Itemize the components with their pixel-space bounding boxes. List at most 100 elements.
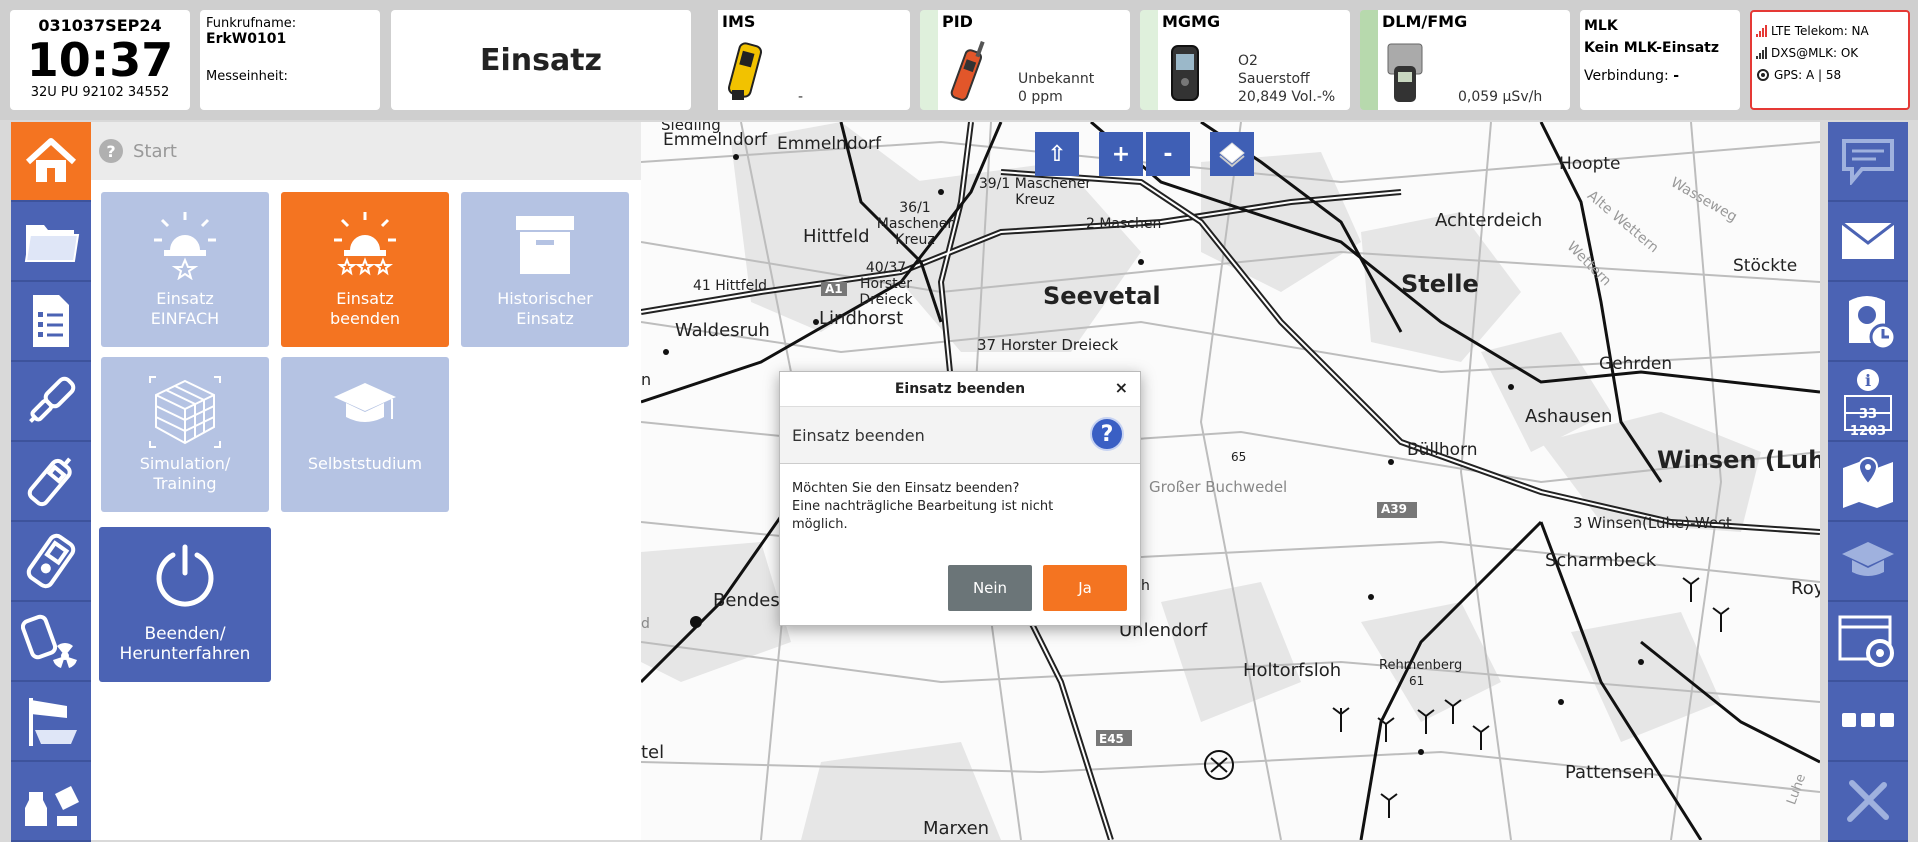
map-label: Büllhorn bbox=[1407, 440, 1478, 460]
gps-icon bbox=[1757, 69, 1769, 81]
connectivity-card[interactable]: LTE Telekom: NA DXS@MLK: OK GPS: A | 58 bbox=[1750, 10, 1910, 110]
close-icon[interactable]: × bbox=[1115, 378, 1128, 397]
device-card-pid[interactable]: PID Unbekannt 0 ppm bbox=[920, 10, 1130, 110]
tile-label: Einsatz EINFACH bbox=[150, 289, 220, 328]
mail-button[interactable] bbox=[1828, 202, 1908, 282]
radiation-meter-icon bbox=[21, 614, 77, 668]
yes-button[interactable]: Ja bbox=[1043, 565, 1127, 611]
map-label: Großer Buchwedel bbox=[1149, 478, 1288, 496]
map-label: 37 Horster Dreieck bbox=[977, 336, 1119, 354]
device-name: MGMG bbox=[1162, 12, 1221, 31]
map-locator-button[interactable] bbox=[1828, 442, 1908, 522]
settings-button[interactable] bbox=[1828, 602, 1908, 682]
map-label: Scharmbeck bbox=[1545, 550, 1657, 571]
tile-historischer-einsatz[interactable]: Historischer Einsatz bbox=[461, 192, 629, 347]
map-label: 3 Winsen(Luhe)-West bbox=[1573, 514, 1732, 532]
meter-icon bbox=[26, 533, 76, 589]
power-icon bbox=[156, 544, 214, 607]
measuring-unit-label: Messeinheit: bbox=[206, 69, 288, 84]
map-label: n bbox=[641, 370, 652, 389]
map-label: d bbox=[641, 616, 650, 632]
tools-button[interactable] bbox=[1828, 762, 1908, 842]
lte-status: LTE Telekom: NA bbox=[1771, 24, 1869, 38]
help-icon[interactable]: ? bbox=[1090, 417, 1124, 451]
map-label: Ashausen bbox=[1525, 406, 1613, 427]
meter-button[interactable] bbox=[11, 522, 91, 602]
tile-label: Beenden/ Herunterfahren bbox=[119, 624, 251, 664]
siren-stars-icon bbox=[334, 212, 396, 276]
info-button[interactable]: i 33 1203 bbox=[1828, 362, 1908, 442]
lte-row: LTE Telekom: NA bbox=[1756, 20, 1904, 42]
map-label: 40/37 Horster Dreieck bbox=[859, 260, 913, 308]
pid-button[interactable] bbox=[11, 442, 91, 522]
mlk-card[interactable]: MLK Kein MLK-Einsatz Verbindung: - bbox=[1580, 10, 1740, 110]
map-label: Winsen (Luhe) bbox=[1657, 446, 1820, 474]
map-zoom-in-button[interactable]: + bbox=[1099, 132, 1143, 176]
map-label: Stöckte bbox=[1733, 256, 1798, 276]
tile-shutdown[interactable]: Beenden/ Herunterfahren bbox=[99, 527, 271, 682]
suit-clock-icon bbox=[1849, 296, 1897, 351]
map-label: Lindhorst bbox=[819, 308, 904, 329]
map-label: tel bbox=[641, 742, 665, 763]
tile-simulation-training[interactable]: Simulation/ Training bbox=[101, 357, 269, 512]
checklist-button[interactable] bbox=[11, 282, 91, 362]
tile-einsatz-einfach[interactable]: Einsatz EINFACH bbox=[101, 192, 269, 347]
map-label: Bendes bbox=[713, 590, 780, 611]
map-label: Hittfeld bbox=[803, 226, 870, 247]
map-label: Emmelndorf bbox=[663, 130, 767, 150]
map-zoom-out-button[interactable]: - bbox=[1146, 132, 1190, 176]
map-label: Holtorfsloh bbox=[1243, 660, 1342, 681]
more-icon bbox=[1842, 713, 1894, 727]
weather-button[interactable] bbox=[11, 682, 91, 762]
mode-card[interactable]: Einsatz bbox=[391, 10, 691, 110]
graduation-cap-icon bbox=[334, 383, 396, 422]
suit-timer-button[interactable] bbox=[1828, 282, 1908, 362]
map-label: Roy bbox=[1791, 578, 1820, 599]
map-label: Seevetal bbox=[1043, 282, 1161, 310]
map-label: 61 bbox=[1409, 674, 1425, 688]
map-pan-up-button[interactable]: ⇧ bbox=[1035, 132, 1079, 176]
dialog-title: Einsatz beenden bbox=[894, 381, 1026, 397]
device-card-mgmg[interactable]: MGMG O2 Sauerstoff 20,849 Vol.-% bbox=[1140, 10, 1350, 110]
radio-name-label: Funkrufname: bbox=[206, 16, 297, 31]
dose-meter-icon bbox=[1387, 43, 1423, 102]
tile-selbststudium[interactable]: Selbststudium bbox=[281, 357, 449, 512]
device-name: IMS bbox=[722, 12, 756, 31]
chemicals-button[interactable] bbox=[11, 762, 91, 842]
help-icon[interactable]: ? bbox=[99, 139, 123, 163]
map-layers-button[interactable] bbox=[1210, 132, 1254, 176]
radiation-button[interactable] bbox=[11, 602, 91, 682]
svg-text:i: i bbox=[1865, 371, 1871, 390]
probe-button[interactable] bbox=[11, 362, 91, 442]
map-label: Emmelndorf bbox=[777, 134, 881, 154]
left-navigation bbox=[11, 122, 91, 842]
map-label: A39 bbox=[1381, 502, 1407, 516]
map-label: Achterdeich bbox=[1435, 210, 1543, 231]
chat-button[interactable] bbox=[1828, 122, 1908, 202]
dialog-message: Möchten Sie den Einsatz beenden? Eine na… bbox=[792, 481, 1054, 532]
device-value: - bbox=[798, 89, 804, 105]
gps-status: GPS: A | 58 bbox=[1774, 68, 1842, 82]
device-name: DLM/FMG bbox=[1382, 12, 1468, 31]
probe-icon bbox=[29, 376, 76, 423]
more-button[interactable] bbox=[1828, 682, 1908, 762]
layers-icon bbox=[1219, 142, 1245, 168]
training-button[interactable] bbox=[1828, 522, 1908, 602]
tile-einsatz-beenden[interactable]: Einsatz beenden bbox=[281, 192, 449, 347]
gps-row: GPS: A | 58 bbox=[1756, 64, 1904, 86]
mlk-state: Kein MLK-Einsatz bbox=[1584, 40, 1719, 56]
coordinate-text: 32U PU 92102 34552 bbox=[30, 85, 170, 100]
info-number-top: 33 bbox=[1858, 407, 1878, 422]
device-card-ims[interactable]: IMS - bbox=[700, 10, 910, 110]
folder-icon bbox=[24, 225, 80, 262]
confirm-dialog: Einsatz beenden × Einsatz beenden ? Möch… bbox=[779, 371, 1141, 626]
no-button[interactable]: Nein bbox=[948, 565, 1032, 611]
device-value-line: O2 bbox=[1238, 53, 1258, 69]
map-label: Rehmenberg bbox=[1379, 658, 1463, 673]
home-button[interactable] bbox=[11, 122, 91, 202]
device-card-dlm-fmg[interactable]: DLM/FMG 0,059 µSv/h bbox=[1360, 10, 1570, 110]
signal-icon bbox=[1756, 47, 1767, 59]
device-name: PID bbox=[942, 12, 973, 31]
files-button[interactable] bbox=[11, 202, 91, 282]
map-label: A1 bbox=[825, 282, 843, 296]
